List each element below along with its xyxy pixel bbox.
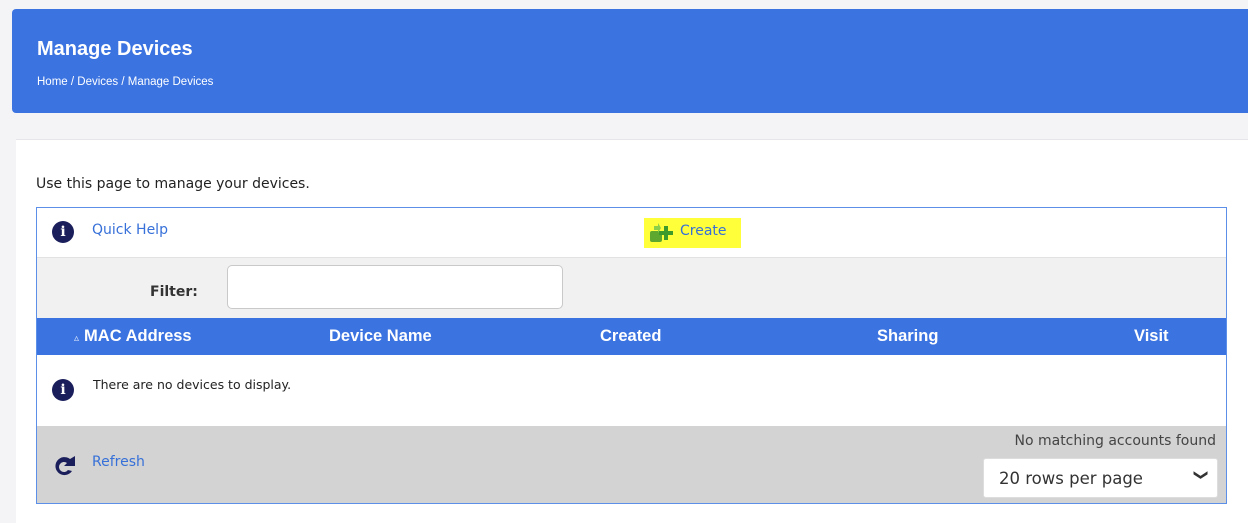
page-header: Manage Devices Home / Devices / Manage D… [12, 9, 1248, 113]
grid-footer: Refresh No matching accounts found 20 ro… [37, 426, 1226, 503]
rows-per-page-value: 20 rows per page [999, 469, 1143, 488]
column-label: MAC Address [84, 327, 192, 345]
refresh-icon[interactable] [52, 455, 78, 477]
empty-message: There are no devices to display. [93, 377, 292, 392]
info-icon: i [52, 221, 74, 243]
chevron-down-icon: ❯ [1193, 469, 1210, 481]
column-created[interactable]: Created [600, 327, 661, 346]
breadcrumb: Home / Devices / Manage Devices [37, 76, 214, 88]
grid-toolbar: i Quick Help Create [37, 208, 1226, 257]
info-icon: i [52, 379, 74, 401]
refresh-link[interactable]: Refresh [92, 454, 145, 470]
quick-help-link[interactable]: Quick Help [92, 222, 168, 238]
create-button[interactable]: Create [644, 218, 741, 248]
sort-indicator-icon: ▵ [74, 333, 80, 344]
intro-text: Use this page to manage your devices. [36, 176, 310, 192]
add-device-icon [650, 223, 673, 242]
column-device-name[interactable]: Device Name [329, 327, 432, 346]
create-label: Create [680, 223, 727, 239]
rows-per-page-select[interactable]: 20 rows per page ❯ [983, 458, 1218, 498]
column-mac-address[interactable]: ▵ MAC Address [74, 327, 192, 346]
match-status: No matching accounts found [1014, 433, 1216, 449]
table-header: ▵ MAC Address Device Name Created Sharing… [37, 318, 1226, 355]
filter-label: Filter: [150, 284, 198, 300]
page-title: Manage Devices [37, 38, 193, 60]
empty-row: i There are no devices to display. [37, 355, 1226, 426]
filter-row: Filter: [37, 257, 1226, 319]
column-visit[interactable]: Visit [1134, 327, 1169, 346]
filter-input[interactable] [227, 265, 563, 309]
devices-grid: i Quick Help Create Filter: ▵ MAC Address… [36, 207, 1227, 504]
column-sharing[interactable]: Sharing [877, 327, 938, 346]
